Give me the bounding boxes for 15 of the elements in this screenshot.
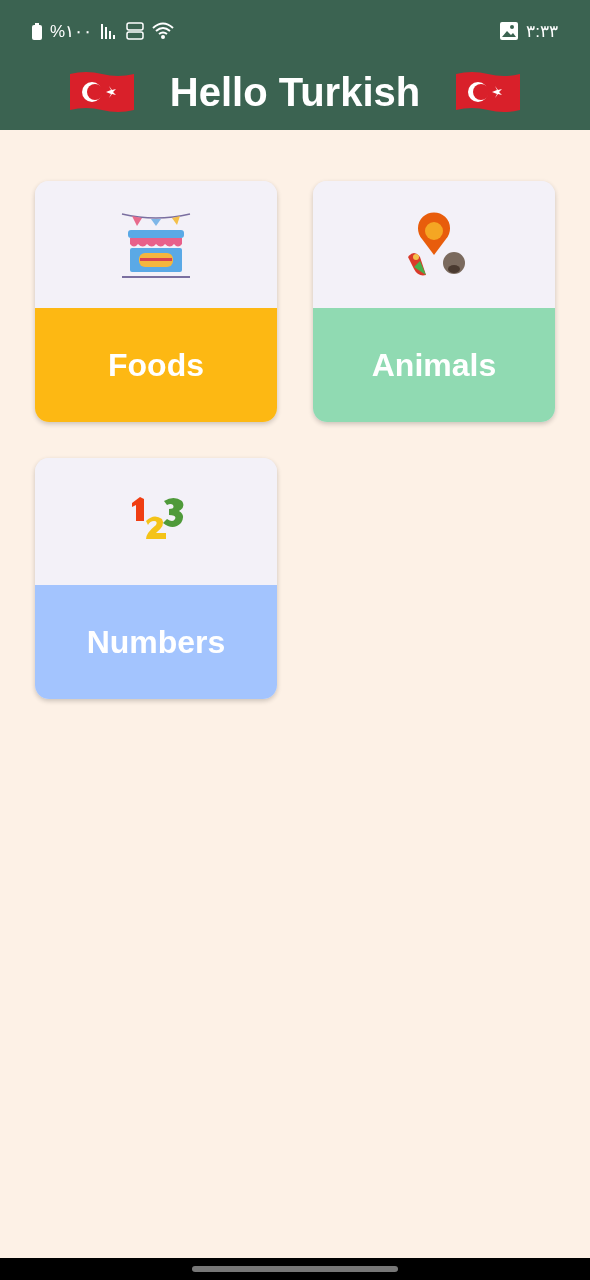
app-title: Hello Turkish — [169, 69, 421, 115]
category-label: Foods — [108, 346, 204, 384]
battery-icon — [32, 22, 42, 40]
home-handle[interactable] — [192, 1266, 398, 1272]
turkish-flag-icon — [454, 70, 523, 114]
category-label: Animals — [371, 346, 497, 384]
wifi-icon — [152, 22, 175, 40]
category-card[interactable]: Numbers — [35, 458, 277, 699]
category-card[interactable]: Foods — [35, 181, 277, 422]
image-icon — [500, 22, 519, 40]
category-label: Numbers — [86, 623, 226, 661]
status-time: ٣:٣٣ — [526, 20, 558, 42]
battery-level: %١٠٠ — [50, 20, 93, 42]
category-card[interactable]: Animals — [313, 181, 555, 422]
turkish-flag-icon — [67, 70, 136, 114]
